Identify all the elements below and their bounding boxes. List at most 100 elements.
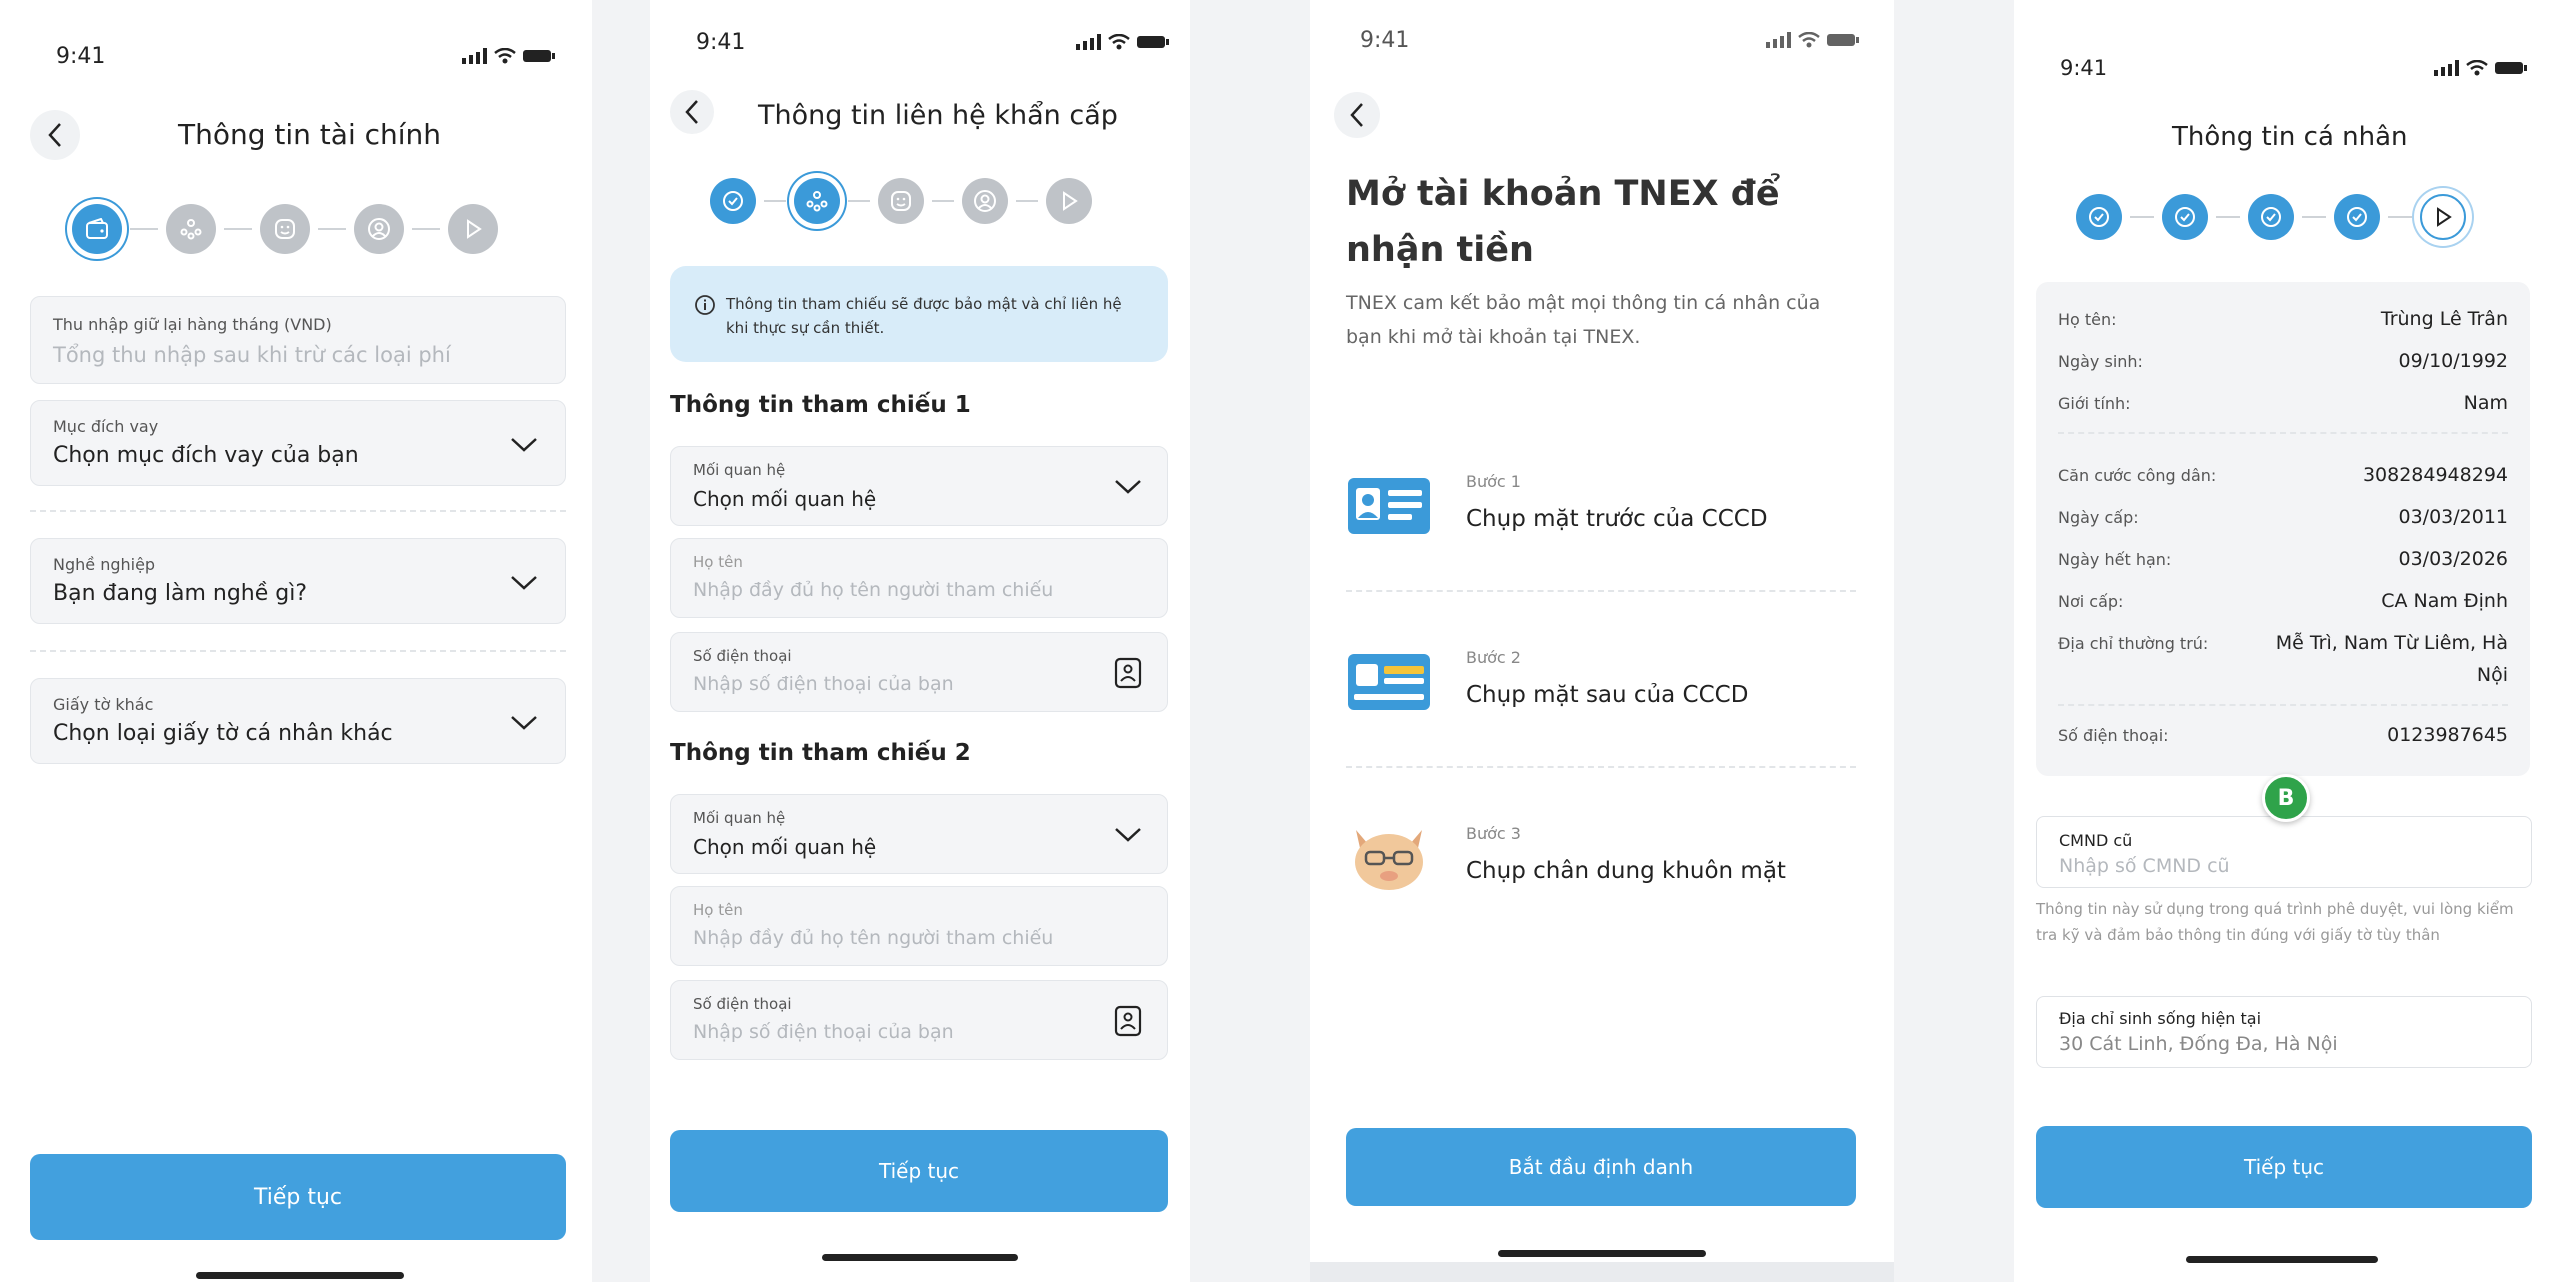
page-title: Thông tin liên hệ khẩn cấp: [758, 100, 1118, 131]
loan-purpose-select[interactable]: Mục đích vay Chọn mục đích vay của bạn: [30, 400, 566, 486]
step-1-row: Bước 1 Chụp mặt trước của CCCD: [1346, 460, 1856, 570]
wifi-icon: [1798, 32, 1820, 48]
ref1-name-input[interactable]: Họ tên Nhập đầy đủ họ tên người tham chi…: [670, 538, 1168, 618]
wallet-icon: [86, 218, 108, 239]
info-icon: [695, 295, 715, 315]
check-icon: [723, 191, 743, 211]
ref2-relation-select[interactable]: Mối quan hệ Chọn mối quan hệ: [670, 794, 1168, 874]
ref2-phone-input[interactable]: Số điện thoại Nhập số điện thoại của bạn: [670, 980, 1168, 1060]
chevron-down-icon: [511, 438, 537, 452]
continue-button[interactable]: Tiếp tục: [670, 1130, 1168, 1212]
wifi-icon: [2466, 60, 2488, 76]
ref1-heading: Thông tin tham chiếu 1: [670, 392, 971, 418]
back-arrow-icon: [1350, 103, 1363, 127]
people-icon: [806, 191, 828, 212]
screen-personal-info: 9:41 Thông tin cá nhân Họ tên: Trùng Lê …: [2014, 0, 2562, 1282]
start-verification-button[interactable]: Bắt đầu định danh: [1346, 1128, 1856, 1206]
ref2-name-input[interactable]: Họ tên Nhập đầy đủ họ tên người tham chi…: [670, 886, 1168, 966]
step-profile: [962, 178, 1008, 224]
step-income-done: [710, 178, 756, 224]
status-time: 9:41: [696, 30, 746, 55]
back-button[interactable]: [670, 90, 714, 134]
privacy-notice: Thông tin tham chiếu sẽ được bảo mật và …: [670, 266, 1168, 362]
screen-tnex-onboarding: 9:41 Mở tài khoản TNEX để nhận tiền TNEX…: [1310, 0, 1894, 1282]
wifi-icon: [494, 48, 516, 64]
play-icon: [467, 219, 482, 239]
battery-icon: [523, 50, 555, 62]
status-icons: [2434, 60, 2528, 76]
step-3-row: Bước 3 Chụp chân dung khuôn mặt: [1346, 812, 1856, 922]
step-finish: [2420, 194, 2466, 240]
home-indicator: [1498, 1250, 1706, 1257]
status-time: 9:41: [56, 44, 106, 69]
screen-emergency-contacts: 9:41 Thông tin liên hệ khẩn cấp Thông ti…: [650, 0, 1190, 1282]
step-income-done: [2076, 194, 2122, 240]
home-indicator: [822, 1254, 1018, 1261]
ref1-phone-input[interactable]: Số điện thoại Nhập số điện thoại của bạn: [670, 632, 1168, 712]
step-2-row: Bước 2 Chụp mặt sau của CCCD: [1346, 636, 1856, 746]
wifi-icon: [1108, 34, 1130, 50]
step-profile: [354, 204, 404, 254]
user-circle-icon: [368, 218, 390, 240]
step-profile-done: [2334, 194, 2380, 240]
chevron-down-icon: [511, 716, 537, 730]
back-button[interactable]: [1334, 92, 1380, 138]
ref1-relation-select[interactable]: Mối quan hệ Chọn mối quan hệ: [670, 446, 1168, 526]
page-title: Thông tin tài chính: [178, 118, 442, 151]
check-icon: [2089, 207, 2109, 227]
check-icon: [2175, 207, 2195, 227]
status-time: 9:41: [1360, 28, 1410, 53]
home-indicator: [2186, 1256, 2378, 1263]
battery-icon: [2495, 62, 2527, 74]
id-card-front-icon: [1348, 478, 1430, 534]
personal-info-card: Họ tên: Trùng Lê Trân Ngày sinh: 09/10/1…: [2036, 282, 2530, 776]
income-field[interactable]: Thu nhập giữ lại hàng tháng (VND) Tổng t…: [30, 296, 566, 384]
continue-button[interactable]: Tiếp tục: [30, 1154, 566, 1240]
step-contacts: [166, 204, 216, 254]
old-id-input[interactable]: CMND cũ Nhập số CMND cũ: [2036, 816, 2532, 888]
home-indicator: [196, 1272, 404, 1279]
avatar-badge: B: [2262, 774, 2310, 822]
contact-book-icon[interactable]: [1113, 1005, 1143, 1037]
bottom-bar: [1310, 1262, 1894, 1282]
people-icon: [180, 219, 202, 240]
status-time: 9:41: [2060, 56, 2108, 80]
face-scan-icon: [891, 191, 911, 211]
status-icons: [1766, 32, 1860, 48]
headline: Mở tài khoản TNEX để nhận tiền: [1346, 174, 1780, 270]
current-address-input[interactable]: Địa chỉ sinh sống hiện tại 30 Cát Linh, …: [2036, 996, 2532, 1068]
face-portrait-icon: [1355, 830, 1423, 890]
id-card-back-icon: [1348, 654, 1430, 710]
old-id-hint: Thông tin này sử dụng trong quá trình ph…: [2036, 900, 2514, 944]
stepper: [710, 178, 1092, 224]
back-button[interactable]: [30, 110, 80, 160]
step-income: [72, 204, 122, 254]
contact-book-icon[interactable]: [1113, 657, 1143, 689]
back-arrow-icon: [48, 123, 61, 147]
stepper: [72, 204, 498, 254]
status-icons: [1076, 34, 1170, 50]
step-finish: [1046, 178, 1092, 224]
play-icon: [2437, 207, 2452, 227]
screen-financial-info: 9:41 Thông tin tài chính Thu nhập giữ lạ…: [0, 0, 592, 1282]
subtitle: TNEX cam kết bảo mật mọi thông tin cá nh…: [1346, 292, 1821, 348]
status-icons: [462, 48, 556, 64]
play-icon: [1063, 191, 1078, 211]
occupation-select[interactable]: Nghề nghiệp Bạn đang làm nghề gì?: [30, 538, 566, 624]
step-face-done: [2248, 194, 2294, 240]
page-title: Thông tin cá nhân: [2172, 122, 2408, 152]
signal-icon: [2434, 60, 2459, 76]
ref2-heading: Thông tin tham chiếu 2: [670, 740, 971, 766]
chevron-down-icon: [1115, 480, 1141, 494]
back-arrow-icon: [685, 100, 698, 124]
signal-icon: [1766, 32, 1791, 48]
step-contacts-done: [2162, 194, 2208, 240]
signal-icon: [1076, 34, 1101, 50]
step-face: [260, 204, 310, 254]
signal-icon: [462, 48, 487, 64]
continue-button[interactable]: Tiếp tục: [2036, 1126, 2532, 1208]
battery-icon: [1137, 36, 1169, 48]
other-documents-select[interactable]: Giấy tờ khác Chọn loại giấy tờ cá nhân k…: [30, 678, 566, 764]
stepper: [2076, 194, 2466, 240]
check-icon: [2347, 207, 2367, 227]
